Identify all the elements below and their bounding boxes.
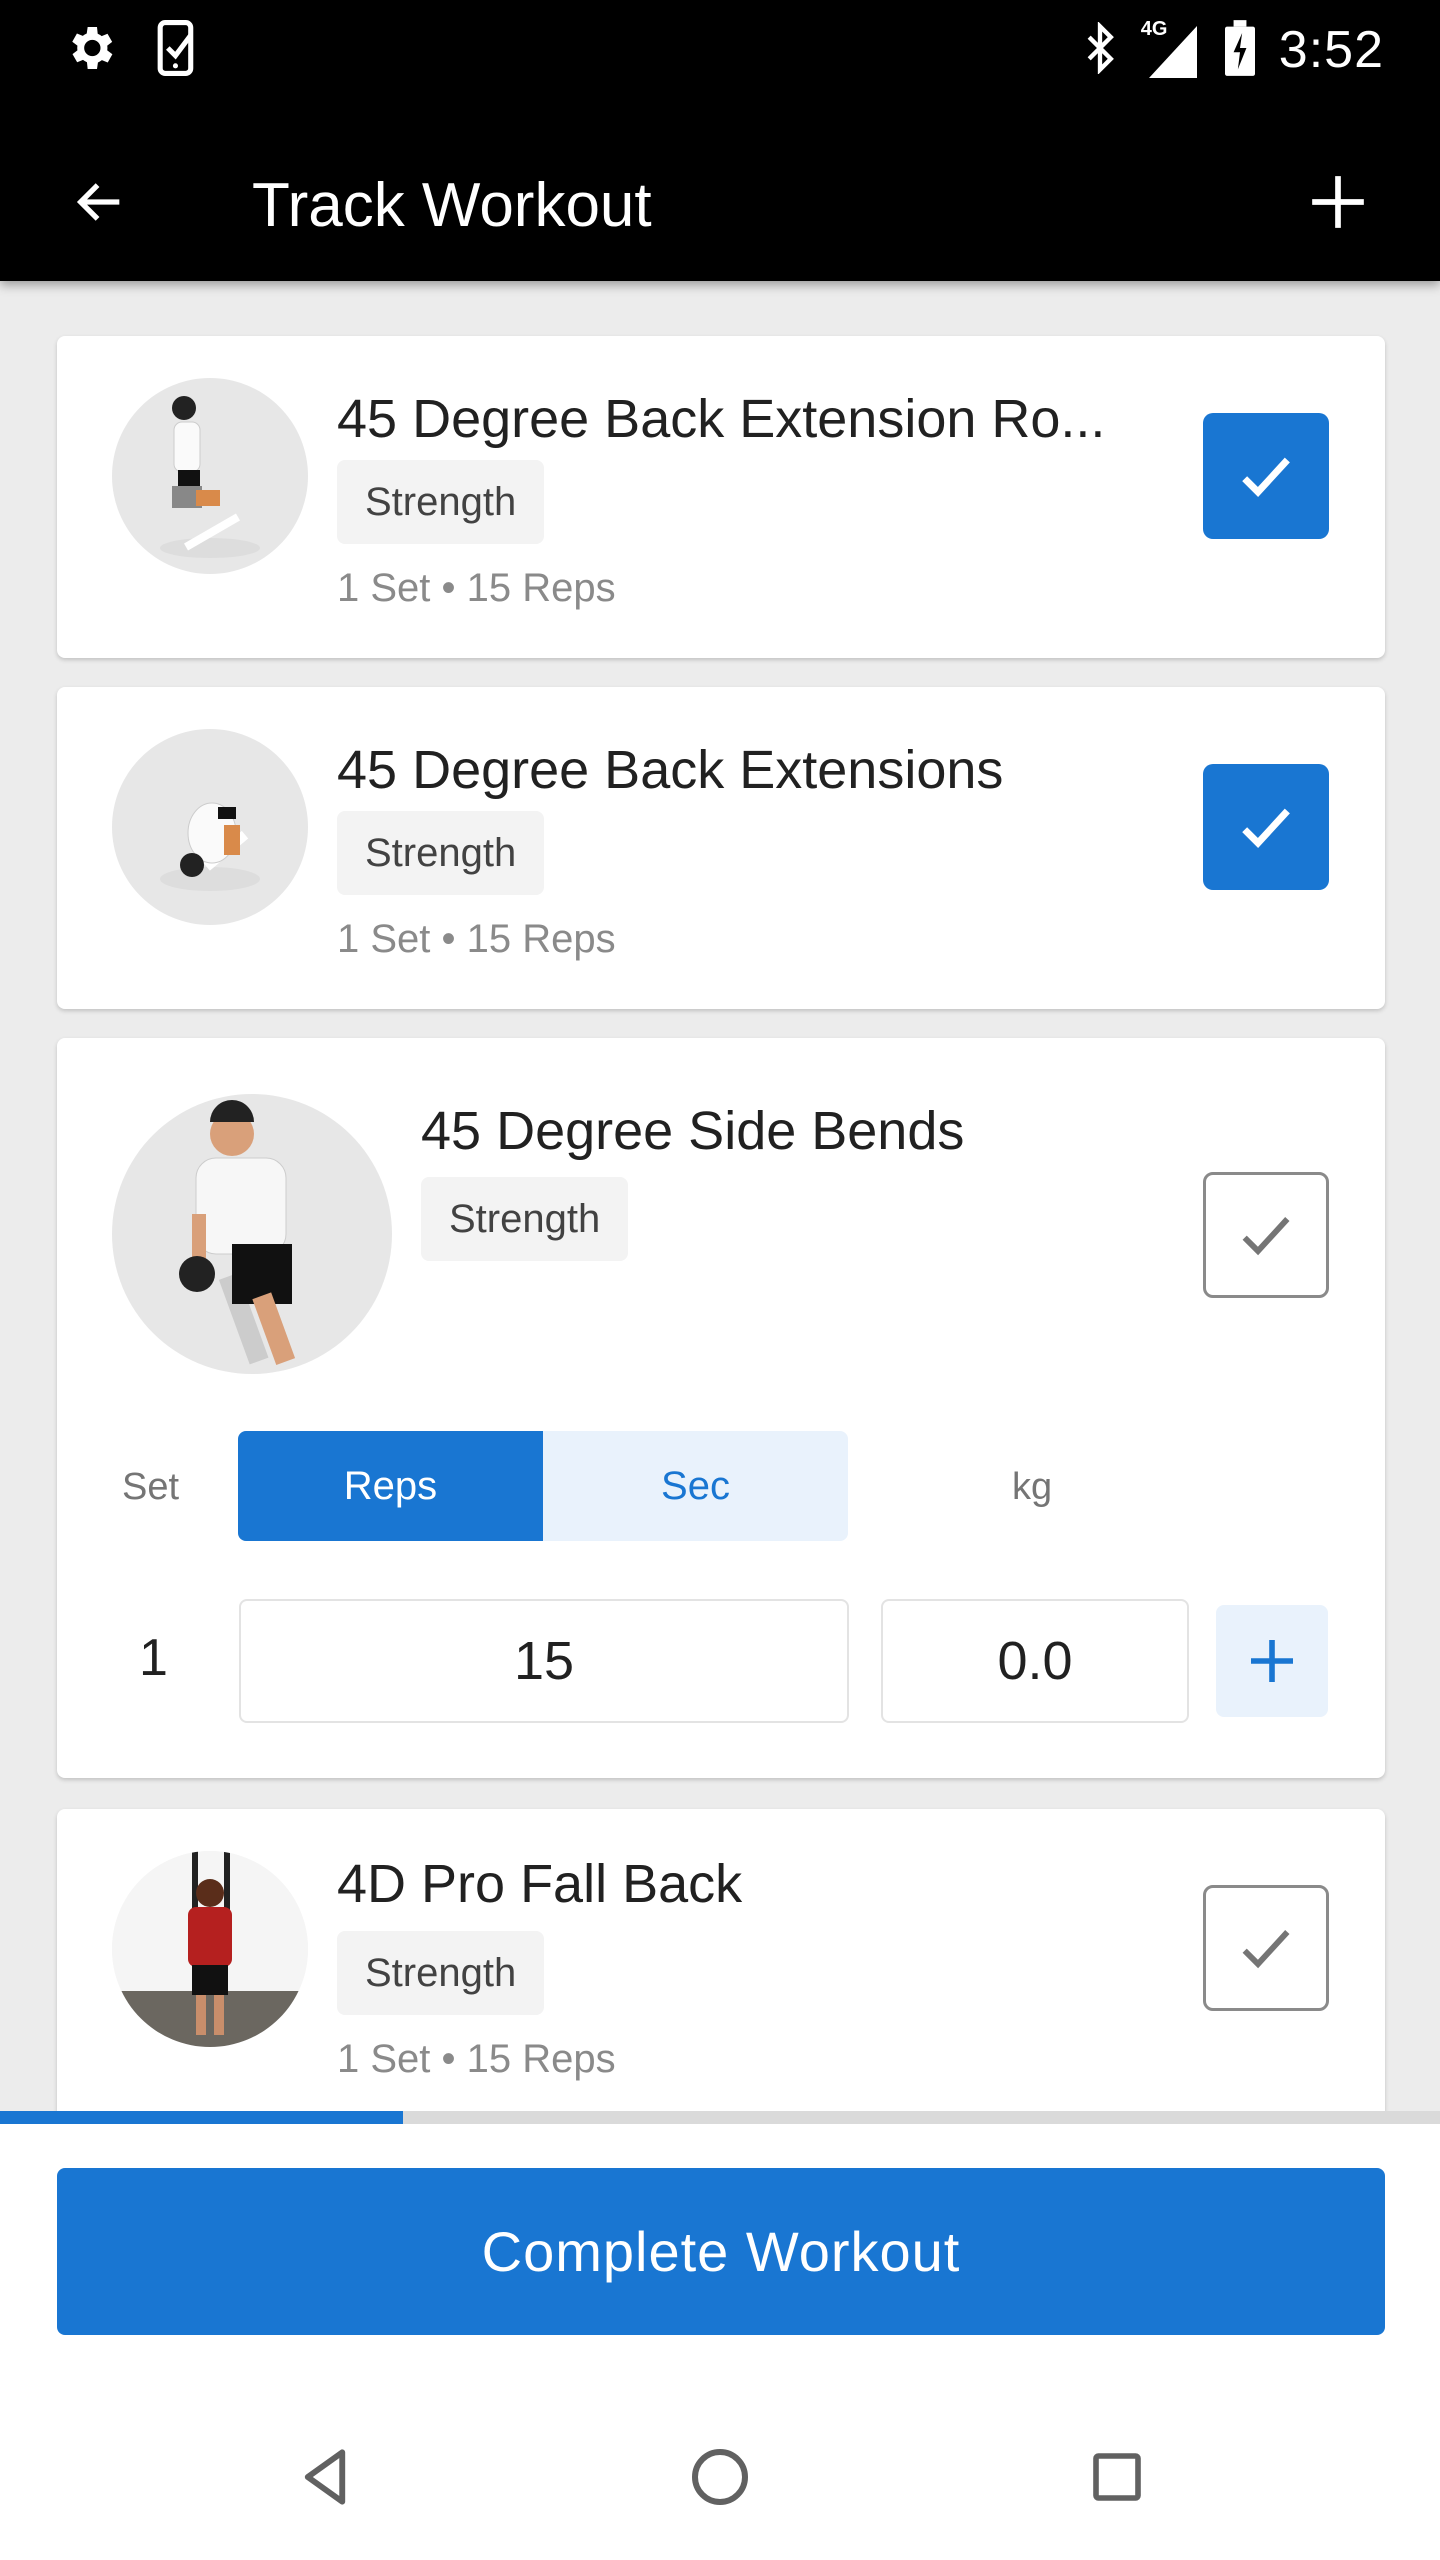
mode-toggle[interactable]: Reps Sec [238,1431,848,1541]
back-triangle-icon [304,2449,346,2505]
battery-charging-icon [1224,19,1255,82]
nav-back-button[interactable] [272,2424,378,2530]
back-button[interactable] [60,152,140,252]
complete-checkbox[interactable] [1203,1885,1329,2011]
check-icon [1242,808,1290,849]
exercise-name: 4D Pro Fall Back [337,1854,743,1914]
exercise-thumbnail [112,1851,308,2047]
bottom-panel: Complete Workout [0,2124,1440,2560]
mode-sec-tab[interactable]: Sec [543,1431,848,1541]
complete-workout-button[interactable]: Complete Workout [57,2168,1385,2335]
app-bar: Track Workout [0,130,1440,281]
add-exercise-button[interactable] [1288,152,1388,252]
reps-input[interactable]: 15 [239,1599,849,1723]
set-column-label: Set [122,1466,180,1508]
status-bar: 4G 3:52 [0,0,1440,130]
category-tag: Strength [421,1177,629,1261]
complete-checkbox[interactable] [1203,1172,1329,1298]
exercise-thumbnail [112,1094,392,1374]
exercise-card[interactable]: 45 Degree Back Extensions Strength 1 Set… [57,687,1385,1009]
check-icon [1242,1930,1290,1969]
settings-icon [62,20,118,81]
exercise-summary: 1 Set • 15 Reps [337,566,616,610]
exercise-name: 45 Degree Back Extension Ro... [337,389,1106,449]
category-tag: Strength [337,460,545,544]
progress-fill [0,2111,404,2124]
exercise-summary: 1 Set • 15 Reps [337,2037,616,2081]
nav-recents-button[interactable] [1064,2424,1170,2530]
complete-checkbox[interactable] [1203,764,1329,890]
mode-reps-tab[interactable]: Reps [238,1431,543,1541]
exercise-card[interactable]: 45 Degree Back Extension Ro... Strength … [57,336,1385,658]
exercise-list[interactable]: 45 Degree Back Extension Ro... Strength … [0,281,1440,2111]
check-icon [1242,457,1290,498]
exercise-summary: 1 Set • 15 Reps [337,917,616,961]
weight-input[interactable]: 0.0 [881,1599,1189,1723]
workout-progress-bar [0,2111,1440,2124]
bluetooth-icon [1083,20,1117,79]
set-number: 1 [139,1629,168,1687]
signal-4g-icon: 4G [1141,18,1201,78]
plus-icon [1312,176,1364,228]
plus-icon [1251,1640,1293,1682]
weight-unit-label: kg [1012,1466,1053,1508]
system-nav-bar [0,2424,1440,2530]
category-tag: Strength [337,1931,545,2015]
exercise-name: 45 Degree Side Bends [421,1101,965,1161]
exercise-name: 45 Degree Back Extensions [337,740,1004,800]
add-set-button[interactable] [1216,1605,1328,1717]
nav-home-button[interactable] [667,2424,773,2530]
check-icon [1242,1217,1290,1256]
arrow-left-icon [76,183,120,221]
home-circle-icon [692,2449,748,2505]
recents-square-icon [1093,2453,1141,2501]
exercise-card-expanded[interactable]: 45 Degree Side Bends Strength Set Reps S… [57,1038,1385,1778]
exercise-thumbnail [112,378,308,574]
complete-checkbox[interactable] [1203,413,1329,539]
category-tag: Strength [337,811,545,895]
phone-check-icon [156,19,200,81]
exercise-thumbnail [112,729,308,925]
page-title: Track Workout [252,171,652,240]
exercise-card[interactable]: 4D Pro Fall Back Strength 1 Set • 15 Rep… [57,1809,1385,2111]
clock: 3:52 [1278,21,1384,79]
